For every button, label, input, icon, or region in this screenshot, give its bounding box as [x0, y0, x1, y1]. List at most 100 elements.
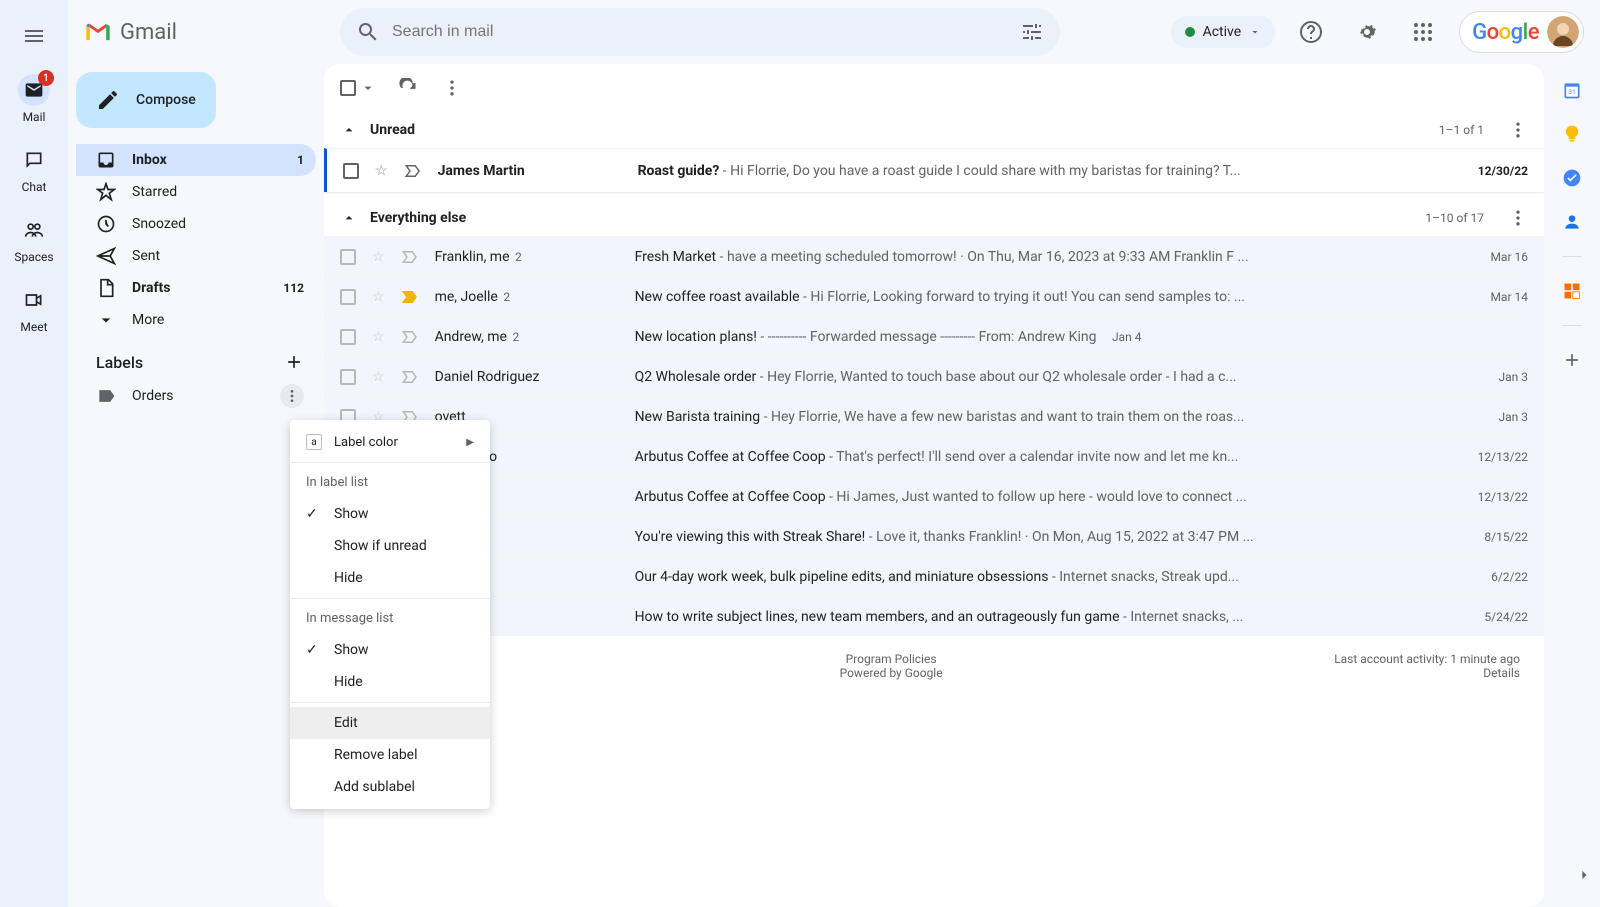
- ctx-edit[interactable]: Edit: [290, 707, 490, 739]
- nav-inbox[interactable]: Inbox 1: [76, 144, 316, 176]
- nav-snoozed[interactable]: Snoozed: [76, 208, 316, 240]
- footer-activity: Last account activity: 1 minute ago: [1334, 652, 1520, 666]
- nav-more[interactable]: More: [76, 304, 316, 336]
- important-marker[interactable]: [401, 248, 419, 266]
- ctx-show-if-unread[interactable]: Show if unread: [290, 530, 490, 562]
- rail-mail[interactable]: 1 Mail: [0, 68, 68, 130]
- section-unread[interactable]: Unread 1–1 of 1: [324, 112, 1544, 148]
- ctx-remove-label[interactable]: Remove label: [290, 739, 490, 771]
- status-chip[interactable]: Active: [1171, 16, 1276, 48]
- mail-row[interactable]: ☆me 2You're viewing this with Streak Sha…: [324, 516, 1544, 556]
- mail-badge: 1: [38, 70, 54, 86]
- more-button[interactable]: [440, 76, 464, 100]
- settings-button[interactable]: [1347, 12, 1387, 52]
- nav-inbox-count: 1: [297, 153, 304, 167]
- star-button[interactable]: ☆: [375, 163, 388, 179]
- calendar-addon[interactable]: 31: [1562, 80, 1582, 100]
- search-input[interactable]: [392, 23, 1008, 41]
- gmail-logo[interactable]: Gmail: [84, 18, 324, 46]
- mail-row[interactable]: ☆ovettNew Barista training - Hey Florrie…: [324, 396, 1544, 436]
- important-marker[interactable]: [401, 288, 419, 306]
- nav-sent[interactable]: Sent: [76, 240, 316, 272]
- important-marker[interactable]: [404, 162, 422, 180]
- google-account[interactable]: Google: [1459, 11, 1584, 53]
- clock-icon: [96, 214, 116, 234]
- dropdown-icon: [360, 80, 376, 96]
- rail-chat[interactable]: Chat: [0, 138, 68, 200]
- star-button[interactable]: ☆: [372, 289, 385, 305]
- label-options-button[interactable]: [280, 384, 304, 408]
- ctx-add-sublabel[interactable]: Add sublabel: [290, 771, 490, 803]
- spaces-icon: [24, 220, 44, 240]
- mail-row[interactable]: ☆Arbutus Coffee at Coffee Coop - Hi Jame…: [324, 476, 1544, 516]
- select-all[interactable]: [340, 80, 376, 96]
- rail-spaces[interactable]: Spaces: [0, 208, 68, 270]
- contacts-addon[interactable]: [1562, 212, 1582, 232]
- mail-row[interactable]: ☆RMOur 4-day work week, bulk pipeline ed…: [324, 556, 1544, 596]
- chevron-right-icon: ▶: [466, 437, 474, 448]
- star-button[interactable]: ☆: [372, 329, 385, 345]
- mail-row[interactable]: ☆me, Joelle 2New coffee roast available …: [324, 276, 1544, 316]
- ctx-label-color[interactable]: a Label color ▶: [290, 426, 490, 458]
- streak-addon[interactable]: [1562, 281, 1582, 301]
- refresh-button[interactable]: [396, 76, 420, 100]
- rail-meet-label: Meet: [20, 320, 47, 334]
- footer-powered: Powered by Google: [448, 666, 1334, 680]
- mail-date: Jan 3: [1448, 410, 1528, 424]
- plus-icon: [1562, 350, 1582, 370]
- row-checkbox[interactable]: [340, 369, 356, 385]
- row-checkbox[interactable]: [343, 163, 359, 179]
- main-menu-button[interactable]: [10, 12, 58, 60]
- apps-button[interactable]: [1403, 12, 1443, 52]
- important-marker[interactable]: [401, 368, 419, 386]
- row-checkbox[interactable]: [340, 289, 356, 305]
- meet-icon: [24, 290, 44, 310]
- search-options-icon[interactable]: [1020, 20, 1044, 44]
- send-icon: [96, 246, 116, 266]
- keep-icon: [1562, 124, 1582, 144]
- search-bar[interactable]: [340, 8, 1060, 56]
- nav-starred-label: Starred: [132, 184, 177, 200]
- label-orders[interactable]: Orders: [76, 380, 316, 412]
- nav-drafts[interactable]: Drafts 112: [76, 272, 316, 304]
- checkbox-icon: [340, 80, 356, 96]
- get-addons[interactable]: [1562, 350, 1582, 370]
- important-icon: [401, 248, 419, 266]
- footer-policies[interactable]: Program Policies: [448, 652, 1334, 666]
- section-else[interactable]: Everything else 1–10 of 17: [324, 200, 1544, 236]
- chevron-down-icon: [1249, 26, 1261, 38]
- mail-row[interactable]: ☆arbutus.ioArbutus Coffee at Coffee Coop…: [324, 436, 1544, 476]
- ctx-hide-msglist[interactable]: Hide: [290, 666, 490, 698]
- keep-addon[interactable]: [1562, 124, 1582, 144]
- star-button[interactable]: ☆: [372, 249, 385, 265]
- mail-row-unread[interactable]: ☆ James Martin Roast guide? - Hi Florrie…: [324, 148, 1544, 192]
- section-options-icon[interactable]: [1508, 120, 1528, 140]
- compose-label: Compose: [136, 92, 196, 108]
- footer-details[interactable]: Details: [1334, 666, 1520, 680]
- chevron-right-icon: [1574, 865, 1594, 885]
- mail-row[interactable]: ☆Franklin, me 2Fresh Market - have a mee…: [324, 236, 1544, 276]
- section-options-icon[interactable]: [1508, 208, 1528, 228]
- mail-row[interactable]: ☆Daniel RodriguezQ2 Wholesale order - He…: [324, 356, 1544, 396]
- tasks-addon[interactable]: [1562, 168, 1582, 188]
- nav-snoozed-label: Snoozed: [132, 216, 186, 232]
- collapse-right-panel[interactable]: [1572, 863, 1596, 887]
- row-checkbox[interactable]: [340, 329, 356, 345]
- plus-icon[interactable]: [284, 352, 304, 372]
- avatar[interactable]: [1547, 16, 1579, 48]
- support-button[interactable]: [1291, 12, 1331, 52]
- ctx-hide-labellist[interactable]: Hide: [290, 562, 490, 594]
- star-button[interactable]: ☆: [372, 369, 385, 385]
- mail-row[interactable]: ☆RMHow to write subject lines, new team …: [324, 596, 1544, 636]
- row-checkbox[interactable]: [340, 249, 356, 265]
- rail-meet[interactable]: Meet: [0, 278, 68, 340]
- ctx-show-labellist[interactable]: ✓Show: [290, 498, 490, 530]
- ctx-in-label-list: In label list: [290, 467, 490, 498]
- mail-row[interactable]: ☆Andrew, me 2New location plans! - -----…: [324, 316, 1544, 356]
- ctx-show-msglist[interactable]: ✓Show: [290, 634, 490, 666]
- compose-button[interactable]: Compose: [76, 72, 216, 128]
- nav-starred[interactable]: Starred: [76, 176, 316, 208]
- apps-icon: [1411, 20, 1435, 44]
- important-marker[interactable]: [401, 328, 419, 346]
- help-icon: [1299, 20, 1323, 44]
